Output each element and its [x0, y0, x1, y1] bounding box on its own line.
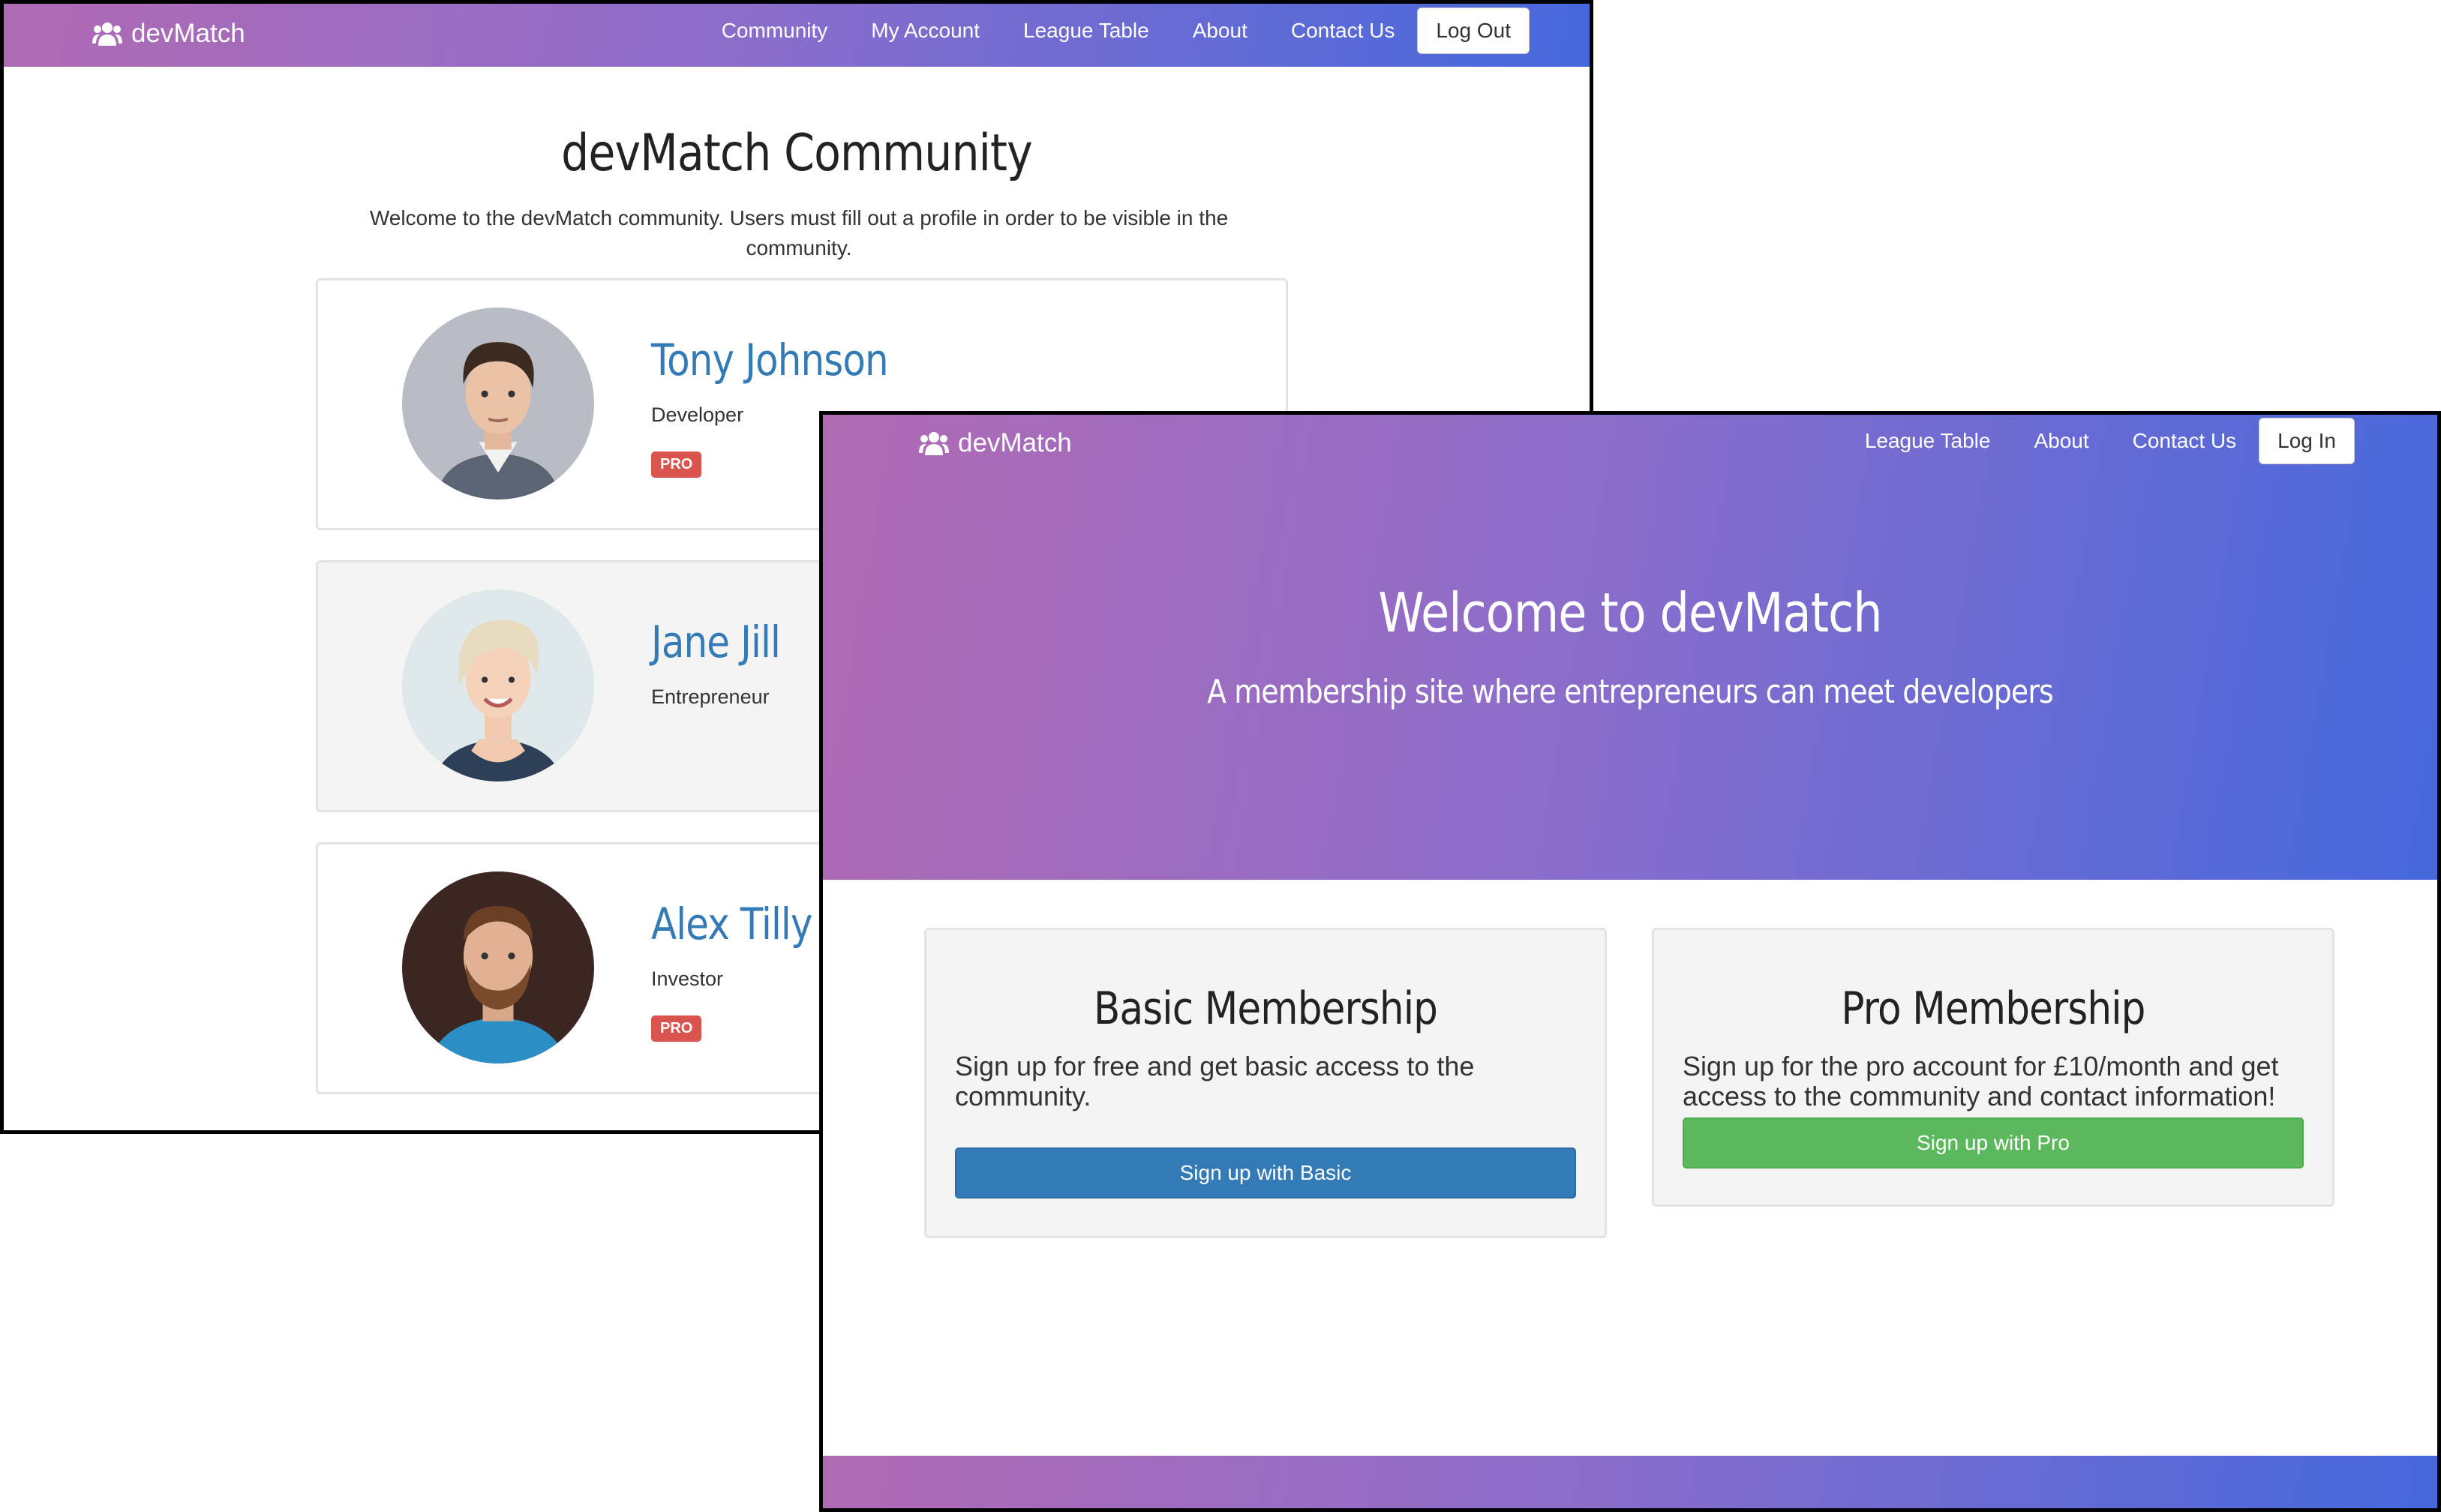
users-icon: [919, 432, 949, 455]
member-name[interactable]: Alex Tilly: [651, 898, 812, 950]
nav-league-table[interactable]: League Table: [1865, 429, 1991, 453]
plan-title: Basic Membership: [1093, 982, 1438, 1035]
basic-membership-card: Basic Membership Sign up for free and ge…: [924, 928, 1607, 1238]
brand-link[interactable]: devMatch: [92, 19, 245, 49]
nav-my-account[interactable]: My Account: [871, 19, 980, 43]
hero-title: Welcome to devMatch: [1378, 581, 1882, 644]
community-navbar: devMatch Community My Account League Tab…: [4, 4, 1590, 67]
avatar: [402, 590, 594, 782]
avatar: [402, 308, 594, 500]
page-title: devMatch Community: [561, 124, 1033, 183]
nav-about[interactable]: About: [2034, 429, 2088, 453]
member-name[interactable]: Tony Johnson: [651, 334, 889, 386]
member-role: Entrepreneur: [651, 686, 770, 708]
pro-membership-card: Pro Membership Sign up for the pro accou…: [1652, 928, 2334, 1207]
landing-hero: devMatch League Table About Contact Us L…: [823, 415, 2437, 880]
landing-window: devMatch League Table About Contact Us L…: [819, 411, 2441, 1512]
users-icon: [92, 22, 122, 46]
plan-description: Sign up for free and get basic access to…: [955, 1051, 1475, 1112]
nav-community[interactable]: Community: [722, 19, 828, 43]
hero-subtitle: A membership site where entrepreneurs ca…: [1207, 673, 2054, 711]
nav-contact-us[interactable]: Contact Us: [2133, 429, 2237, 453]
footer-bar: [823, 1456, 2437, 1508]
nav-about[interactable]: About: [1193, 19, 1248, 43]
member-role: Developer: [651, 404, 744, 426]
member-role: Investor: [651, 968, 724, 990]
log-out-button[interactable]: Log Out: [1417, 8, 1530, 54]
plan-description: Sign up for the pro account for £10/mont…: [1683, 1051, 2279, 1112]
community-intro: Welcome to the devMatch community. Users…: [369, 206, 1229, 260]
nav-links: Community My Account League Table About …: [678, 8, 1530, 54]
nav-contact-us[interactable]: Contact Us: [1291, 19, 1395, 43]
member-name[interactable]: Jane Jill: [651, 616, 781, 668]
pro-badge: PRO: [651, 452, 702, 478]
pro-badge: PRO: [651, 1016, 702, 1042]
nav-league-table[interactable]: League Table: [1023, 19, 1149, 43]
brand-link[interactable]: devMatch: [919, 428, 1072, 458]
log-in-button[interactable]: Log In: [2259, 418, 2355, 464]
sign-up-basic-button[interactable]: Sign up with Basic: [955, 1148, 1576, 1198]
brand-name: devMatch: [131, 19, 245, 48]
nav-links: League Table About Contact Us Log In: [1821, 418, 2355, 464]
plan-title: Pro Membership: [1841, 982, 2145, 1035]
avatar: [402, 872, 594, 1064]
sign-up-pro-button[interactable]: Sign up with Pro: [1683, 1118, 2304, 1168]
brand-name: devMatch: [958, 428, 1072, 458]
